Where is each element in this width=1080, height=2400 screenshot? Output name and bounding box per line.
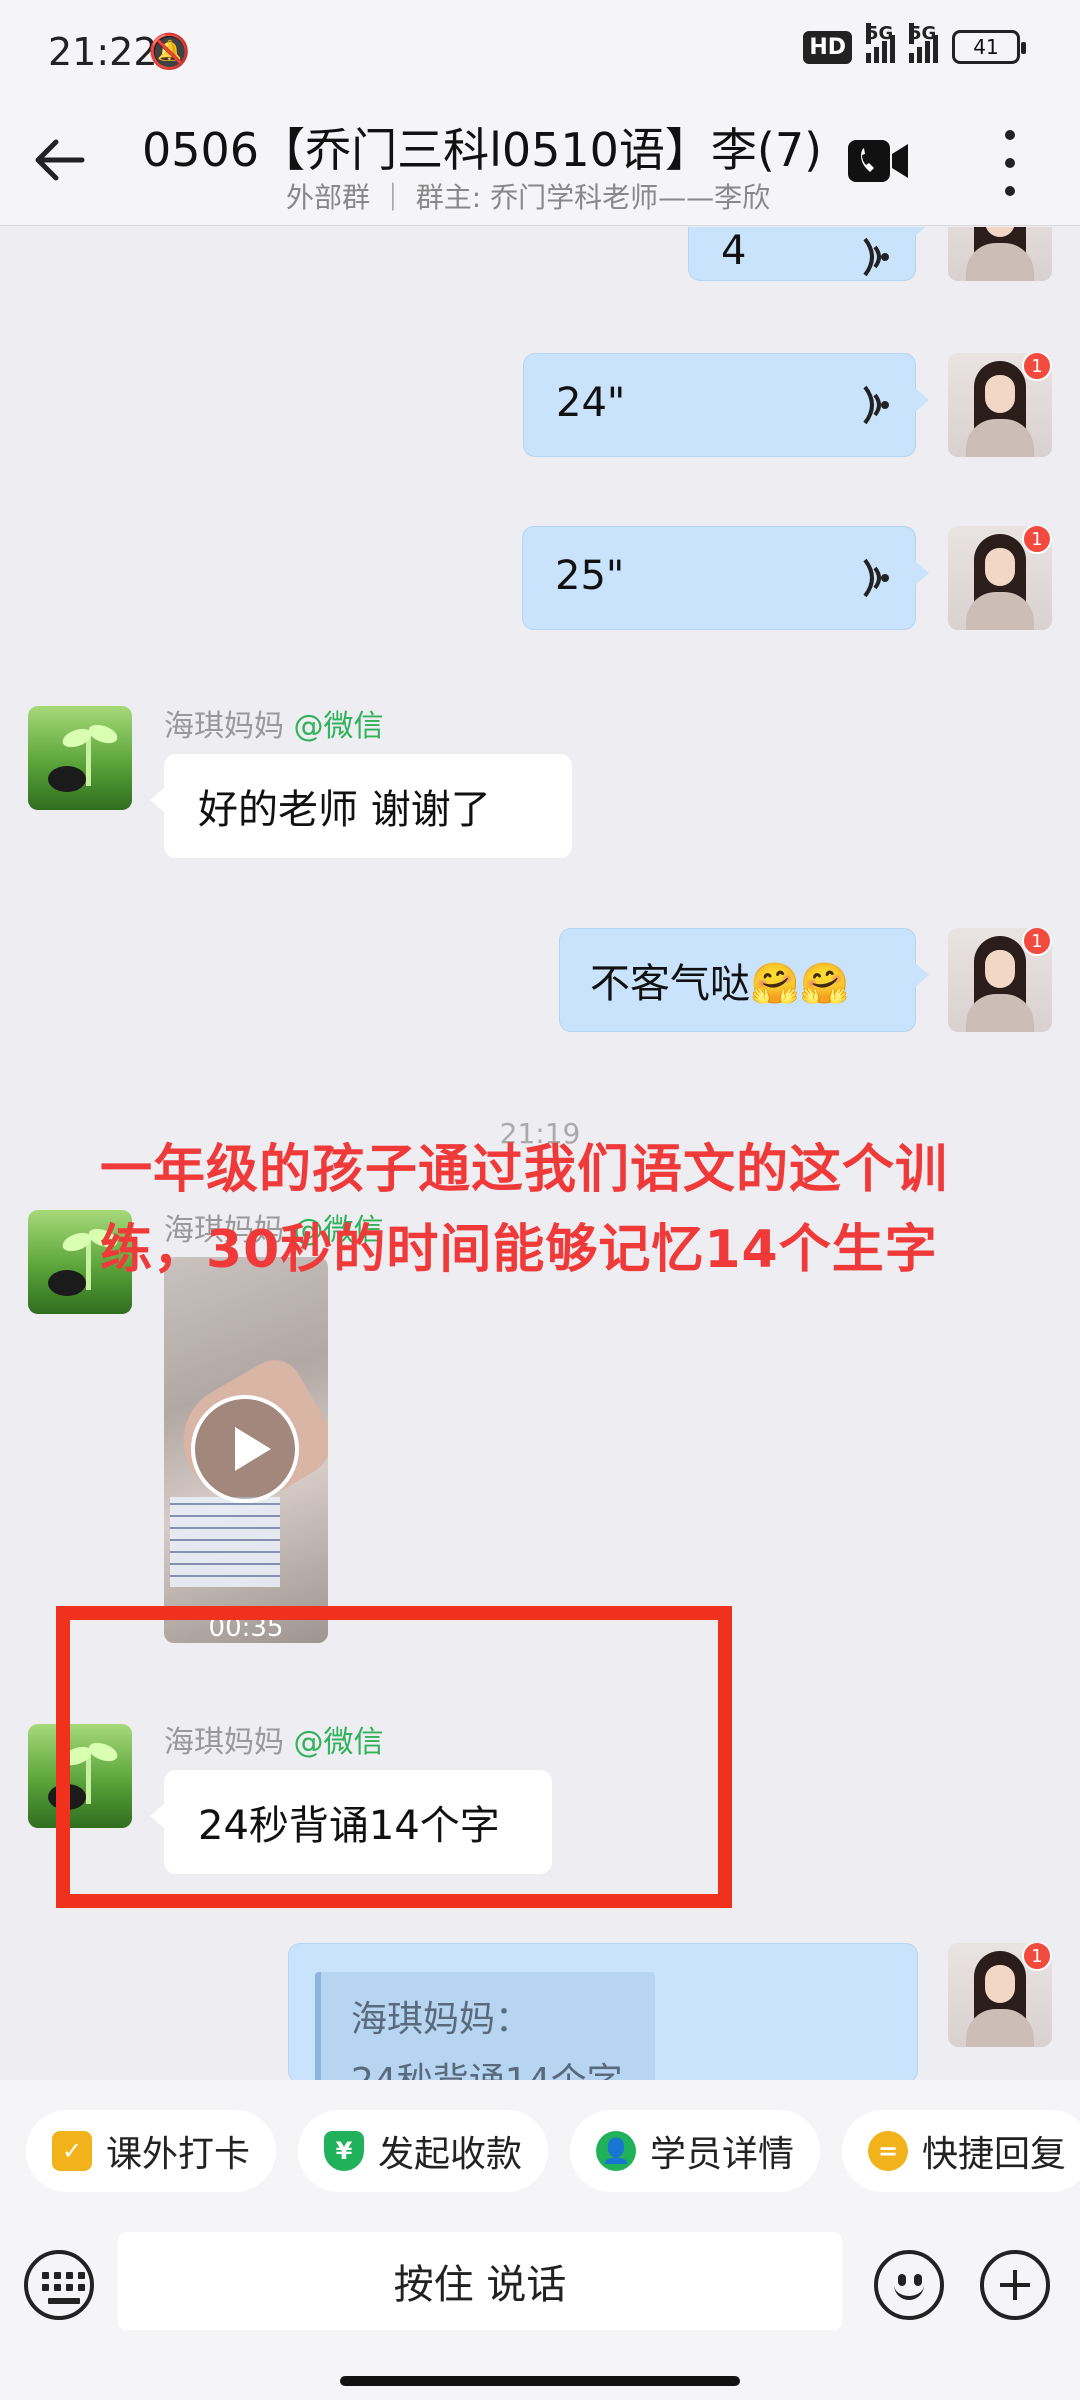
- quick-reply-icon: =: [868, 2131, 908, 2171]
- voice-duration: 25": [555, 553, 625, 599]
- message-text: 不客气哒🤗🤗: [590, 961, 850, 1007]
- voice-duration: 24": [556, 380, 626, 426]
- status-indicators: HD 5G 5G 41: [803, 23, 1026, 64]
- my-avatar[interactable]: 1: [948, 526, 1052, 630]
- sender-avatar[interactable]: [28, 706, 132, 810]
- keyboard-icon[interactable]: [24, 2250, 94, 2320]
- input-bar: 按住 说话: [0, 2220, 1080, 2400]
- status-time: 21:22: [48, 30, 158, 74]
- my-avatar[interactable]: 1: [948, 1943, 1052, 2047]
- unread-badge: 1: [1022, 353, 1052, 381]
- status-bar: 21:22 🔕 HD 5G 5G 41: [0, 0, 1080, 100]
- chat-header: 0506【乔门三科l0510语】李(7) 外部群 ｜ 群主: 乔门学科老师——李…: [0, 100, 1080, 226]
- sender-name: 海琪妈妈 @微信: [164, 709, 384, 744]
- voice-wave-icon: [863, 237, 889, 277]
- video-call-icon[interactable]: [848, 138, 908, 184]
- my-avatar[interactable]: 1: [948, 353, 1052, 457]
- quick-actions-bar: ✓ 课外打卡 ¥ 发起收款 👤 学员详情 = 快捷回复: [0, 2080, 1080, 2220]
- battery-icon: 41: [952, 30, 1026, 64]
- yuan-shield-icon: ¥: [324, 2131, 364, 2171]
- voice-wave-icon: [863, 385, 889, 425]
- unread-badge: 1: [1022, 928, 1052, 956]
- voice-message[interactable]: 25": [522, 526, 929, 630]
- emoji-icon[interactable]: [874, 2250, 944, 2320]
- video-message[interactable]: 00:35: [164, 1257, 328, 1643]
- add-icon[interactable]: [980, 2250, 1050, 2320]
- voice-message[interactable]: 24": [523, 353, 929, 457]
- quote-text: 24秒背诵14个字: [351, 2052, 623, 2080]
- voice-wave-icon: [863, 558, 889, 598]
- highlight-box: [56, 1606, 732, 1908]
- play-icon[interactable]: [191, 1395, 299, 1503]
- hd-icon: HD: [803, 30, 852, 64]
- voice-duration: 4: [721, 228, 747, 274]
- quick-action-reply[interactable]: = 快捷回复: [842, 2110, 1080, 2192]
- overlay-caption: 一年级的孩子通过我们语文的这个训练，30秒的时间能够记忆14个生字: [100, 1140, 949, 1280]
- my-avatar[interactable]: 1: [948, 928, 1052, 1032]
- chat-title: 0506【乔门三科l0510语】李(7): [142, 123, 823, 177]
- quote-sender: 海琪妈妈：: [351, 1999, 532, 2040]
- signal-icon-2: 5G: [909, 23, 938, 63]
- text-message[interactable]: 好的老师 谢谢了: [150, 754, 572, 858]
- home-indicator[interactable]: [340, 2376, 740, 2386]
- signal-icon: 5G: [866, 23, 895, 63]
- unread-badge: 1: [1022, 1943, 1052, 1971]
- hold-to-talk-button[interactable]: 按住 说话: [118, 2232, 842, 2330]
- quick-action-payment[interactable]: ¥ 发起收款: [298, 2110, 549, 2192]
- chat-subtitle: 外部群 ｜ 群主: 乔门学科老师——李欣: [286, 181, 771, 214]
- quick-action-student[interactable]: 👤 学员详情: [570, 2110, 821, 2192]
- quote-block: 海琪妈妈： 24秒背诵14个字: [315, 1972, 655, 2080]
- more-options-icon[interactable]: [1000, 130, 1020, 196]
- unread-badge: 1: [1022, 526, 1052, 554]
- quoted-message[interactable]: 海琪妈妈： 24秒背诵14个字: [288, 1943, 918, 2080]
- voice-message[interactable]: 4: [688, 227, 929, 281]
- calendar-check-icon: ✓: [52, 2131, 92, 2171]
- my-avatar[interactable]: [948, 227, 1052, 281]
- back-arrow-icon[interactable]: [30, 130, 90, 190]
- silent-bell-icon: 🔕: [148, 32, 191, 72]
- student-icon: 👤: [596, 2131, 636, 2171]
- text-message[interactable]: 不客气哒🤗🤗: [559, 928, 929, 1032]
- message-text: 好的老师 谢谢了: [198, 787, 491, 833]
- quick-action-checkin[interactable]: ✓ 课外打卡: [26, 2110, 277, 2192]
